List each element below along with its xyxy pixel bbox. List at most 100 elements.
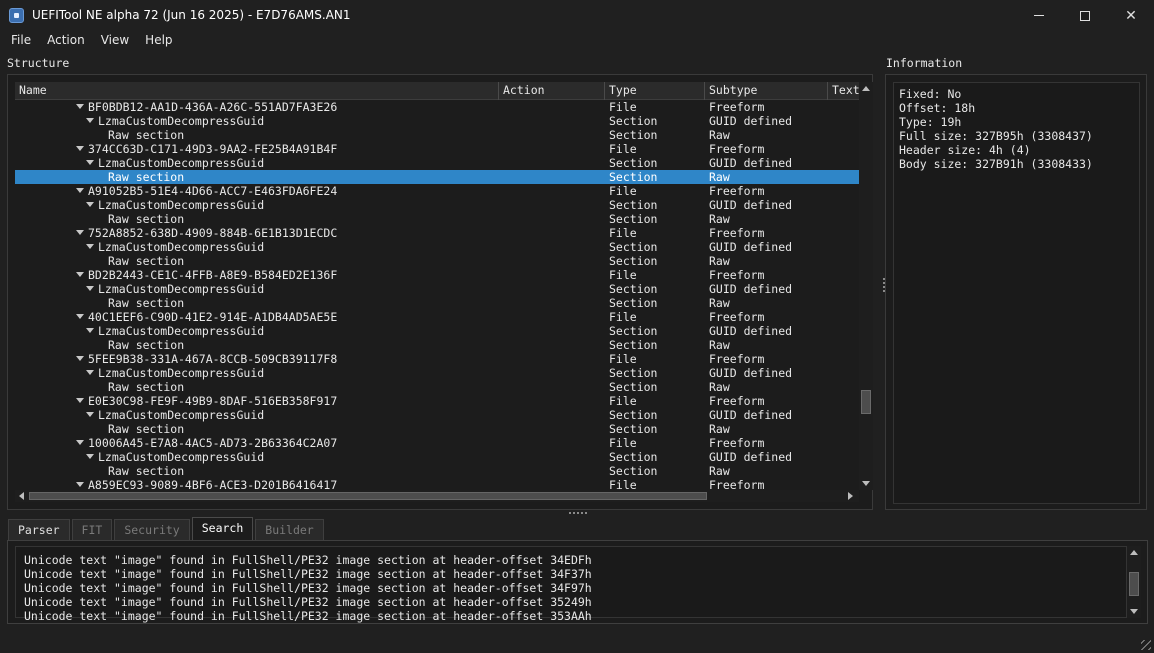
tree-item-label: Raw section xyxy=(108,380,185,394)
menu-action[interactable]: Action xyxy=(42,31,90,51)
tree-row[interactable]: BD2B2443-CE1C-4FFB-A8E9-B584ED2E136F File… xyxy=(15,268,859,282)
expand-arrow-icon[interactable] xyxy=(86,328,94,333)
search-results-list[interactable]: Unicode text "image" found in FullShell/… xyxy=(15,546,1127,623)
search-result-item[interactable]: Unicode text "image" found in FullShell/… xyxy=(24,595,1118,609)
column-header-name[interactable]: Name xyxy=(15,82,499,100)
tree-cell-action xyxy=(499,240,605,254)
tree-row[interactable]: Raw section Section Raw xyxy=(15,464,859,478)
column-header-action[interactable]: Action xyxy=(499,82,605,100)
tab-security[interactable]: Security xyxy=(114,519,190,541)
tree-vertical-scrollbar[interactable] xyxy=(859,82,873,490)
tree-cell-name: LzmaCustomDecompressGuid xyxy=(15,366,499,380)
expand-arrow-icon[interactable] xyxy=(86,286,94,291)
tree-cell-type: Section xyxy=(609,282,658,296)
menu-help[interactable]: Help xyxy=(140,31,177,51)
minimize-button[interactable] xyxy=(1016,0,1062,31)
tree-row[interactable]: Raw section Section Raw xyxy=(15,128,859,142)
close-button[interactable]: ✕ xyxy=(1108,0,1154,31)
scroll-down-icon[interactable] xyxy=(862,481,870,486)
expand-arrow-icon[interactable] xyxy=(76,314,84,319)
tree-row[interactable]: 10006A45-E7A8-4AC5-AD73-2B63364C2A07 File… xyxy=(15,436,859,450)
tree-cell-type: Section xyxy=(609,212,658,226)
expand-arrow-icon[interactable] xyxy=(76,146,84,151)
expand-arrow-icon[interactable] xyxy=(86,202,94,207)
tree-row[interactable]: LzmaCustomDecompressGuid Section GUID defi… xyxy=(15,114,859,128)
expand-arrow-icon[interactable] xyxy=(76,230,84,235)
tree-row[interactable]: Raw section Section Raw xyxy=(15,422,859,436)
expand-arrow-icon[interactable] xyxy=(76,272,84,277)
tree-cell-type: File xyxy=(609,184,637,198)
tree-horizontal-scrollbar[interactable] xyxy=(15,490,859,502)
tab-builder[interactable]: Builder xyxy=(255,519,324,541)
scroll-up-icon[interactable] xyxy=(862,86,870,91)
size-grip-icon[interactable] xyxy=(1141,640,1151,650)
expand-arrow-icon[interactable] xyxy=(86,160,94,165)
tree-row[interactable]: LzmaCustomDecompressGuid Section GUID defi… xyxy=(15,366,859,380)
scroll-right-icon[interactable] xyxy=(848,492,853,500)
tree-row[interactable]: Raw section Section Raw xyxy=(15,380,859,394)
tree-row[interactable]: Raw section Section Raw xyxy=(15,338,859,352)
tree-row[interactable]: LzmaCustomDecompressGuid Section GUID defi… xyxy=(15,198,859,212)
tree-cell-subtype: Raw xyxy=(709,212,730,226)
column-header-subtype[interactable]: Subtype xyxy=(705,82,828,100)
search-vertical-scrollbar[interactable] xyxy=(1127,546,1141,618)
column-header-text[interactable]: Text xyxy=(828,82,859,100)
expand-arrow-icon[interactable] xyxy=(86,412,94,417)
expand-arrow-icon[interactable] xyxy=(76,188,84,193)
information-text[interactable]: Fixed: No Offset: 18h Type: 19h Full siz… xyxy=(893,82,1140,504)
tree-cell-action xyxy=(499,338,605,352)
maximize-icon xyxy=(1080,10,1090,21)
tree-cell-subtype: Freeform xyxy=(709,226,765,240)
tree-row[interactable]: LzmaCustomDecompressGuid Section GUID defi… xyxy=(15,408,859,422)
tree-row[interactable]: LzmaCustomDecompressGuid Section GUID defi… xyxy=(15,156,859,170)
search-result-item[interactable]: Unicode text "image" found in FullShell/… xyxy=(24,567,1118,581)
menu-file[interactable]: File xyxy=(6,31,36,51)
tab-search[interactable]: Search xyxy=(191,517,254,541)
tree-horizontal-scroll-thumb[interactable] xyxy=(29,492,707,500)
expand-arrow-icon[interactable] xyxy=(76,104,84,109)
search-result-item[interactable]: Unicode text "image" found in FullShell/… xyxy=(24,581,1118,595)
tree-row[interactable]: E0E30C98-FE9F-49B9-8DAF-516EB358F917 File… xyxy=(15,394,859,408)
search-vertical-scroll-thumb[interactable] xyxy=(1129,572,1139,596)
menu-view[interactable]: View xyxy=(96,31,134,51)
tree-row[interactable]: LzmaCustomDecompressGuid Section GUID defi… xyxy=(15,240,859,254)
column-header-type[interactable]: Type xyxy=(605,82,705,100)
tree-cell-subtype: GUID defined xyxy=(709,366,793,380)
horizontal-splitter-handle[interactable] xyxy=(569,511,587,515)
tree-row[interactable]: Raw section Section Raw xyxy=(15,212,859,226)
scroll-down-icon[interactable] xyxy=(1130,609,1138,614)
tree-row[interactable]: LzmaCustomDecompressGuid Section GUID defi… xyxy=(15,324,859,338)
tree-row[interactable]: LzmaCustomDecompressGuid Section GUID defi… xyxy=(15,450,859,464)
tree-cell-action xyxy=(499,366,605,380)
tree-row[interactable]: 752A8852-638D-4909-884B-6E1B13D1ECDC File… xyxy=(15,226,859,240)
search-result-item[interactable]: Unicode text "image" found in FullShell/… xyxy=(24,553,1118,567)
tree-row[interactable]: 374CC63D-C171-49D3-9AA2-FE25B4A91B4F File… xyxy=(15,142,859,156)
expand-arrow-icon[interactable] xyxy=(86,370,94,375)
expand-arrow-icon[interactable] xyxy=(86,244,94,249)
tree-row[interactable]: BF0BDB12-AA1D-436A-A26C-551AD7FA3E26 File… xyxy=(15,100,859,114)
expand-arrow-icon[interactable] xyxy=(76,356,84,361)
tree-item-label: LzmaCustomDecompressGuid xyxy=(98,408,265,422)
structure-tree[interactable]: Name Action Type Subtype Text BF0BDB12-A… xyxy=(15,82,873,502)
tree-cell-name: 10006A45-E7A8-4AC5-AD73-2B63364C2A07 xyxy=(15,436,499,450)
tree-row[interactable]: 5FEE9B38-331A-467A-8CCB-509CB39117F8 File… xyxy=(15,352,859,366)
tree-row[interactable]: LzmaCustomDecompressGuid Section GUID defi… xyxy=(15,282,859,296)
tab-fit[interactable]: FIT xyxy=(71,519,113,541)
scroll-left-icon[interactable] xyxy=(19,492,24,500)
tree-row[interactable]: 40C1EEF6-C90D-41E2-914E-A1DB4AD5AE5E File… xyxy=(15,310,859,324)
expand-arrow-icon[interactable] xyxy=(86,454,94,459)
search-result-item[interactable]: Unicode text "image" found in FullShell/… xyxy=(24,609,1118,623)
expand-arrow-icon[interactable] xyxy=(86,118,94,123)
scroll-up-icon[interactable] xyxy=(1130,550,1138,555)
maximize-button[interactable] xyxy=(1062,0,1108,31)
tree-row[interactable]: Raw section Section Raw xyxy=(15,170,859,184)
tree-row[interactable]: A91052B5-51E4-4D66-ACC7-E463FDA6FE24 File… xyxy=(15,184,859,198)
expand-arrow-icon[interactable] xyxy=(76,398,84,403)
tree-row[interactable]: A859EC93-9089-4BF6-ACE3-D201B6416417 File… xyxy=(15,478,859,490)
tree-row[interactable]: Raw section Section Raw xyxy=(15,254,859,268)
expand-arrow-icon[interactable] xyxy=(76,440,84,445)
tab-parser[interactable]: Parser xyxy=(8,519,70,541)
tree-vertical-scroll-thumb[interactable] xyxy=(861,390,871,414)
tree-row[interactable]: Raw section Section Raw xyxy=(15,296,859,310)
expand-arrow-icon[interactable] xyxy=(76,482,84,487)
